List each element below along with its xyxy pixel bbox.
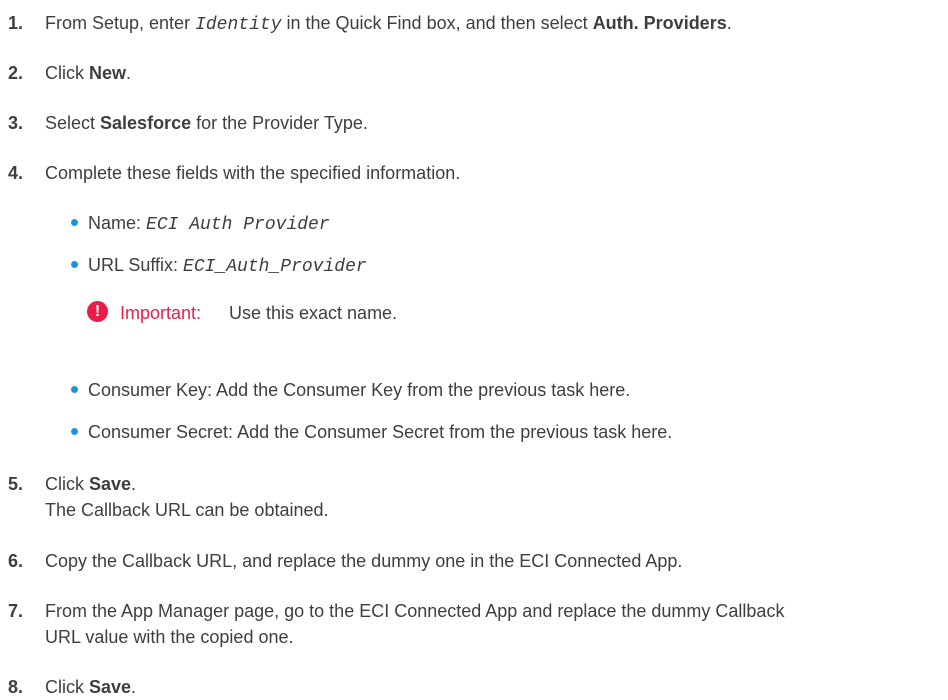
step-text-line-2: URL value with the copied one.	[45, 627, 294, 647]
ui-term-new: New	[89, 63, 127, 83]
step-text: Select Salesforce for the Provider Type.	[45, 110, 368, 136]
step-text-middle: in the Quick Find box, and then select	[281, 13, 593, 33]
ui-term-salesforce: Salesforce	[100, 113, 192, 133]
bullet-icon	[71, 261, 78, 268]
field-text: Consumer Secret: Add the Consumer Secret…	[88, 422, 673, 442]
bullet-icon	[71, 219, 78, 226]
bullet-icon	[71, 428, 78, 435]
ui-term-auth-providers: Auth. Providers	[592, 13, 727, 33]
field-text: Consumer Key: Add the Consumer Key from …	[88, 380, 631, 400]
ui-term-save: Save	[89, 677, 132, 697]
important-label: Important:	[120, 303, 202, 323]
step-text-prefix: Select	[45, 113, 101, 133]
step-text: From Setup, enter Identity in the Quick …	[45, 10, 732, 38]
step-number: 4.	[8, 163, 24, 183]
step-number: 5.	[8, 474, 24, 494]
step-text: Click Save.	[45, 674, 136, 700]
field-item-consumer-key: Consumer Key: Add the Consumer Key from …	[71, 377, 631, 403]
step-note: The Callback URL can be obtained.	[45, 500, 329, 520]
step-text-prefix: Click	[45, 63, 89, 83]
code-identity: Identity	[195, 15, 282, 35]
step-text-prefix: Click	[45, 474, 89, 494]
exclamation-icon: !	[87, 301, 108, 322]
step-number: 7.	[8, 601, 24, 621]
step-text: Click Save.	[45, 471, 136, 497]
field-value: ECI_Auth_Provider	[183, 257, 367, 277]
bullet-icon	[71, 386, 78, 393]
field-value: ECI Auth Provider	[146, 215, 330, 235]
step-text: Click New.	[45, 60, 131, 86]
step-number: 3.	[8, 113, 24, 133]
step-text-line-1: From the App Manager page, go to the ECI…	[45, 601, 785, 621]
important-text: Use this exact name.	[229, 303, 398, 323]
step-text: Copy the Callback URL, and replace the d…	[45, 551, 683, 571]
step-text-suffix: .	[126, 63, 132, 83]
step-number: 1.	[8, 13, 24, 33]
step-number: 6.	[8, 551, 24, 571]
field-item-name: Name: ECI Auth Provider	[71, 210, 330, 238]
field-item-url-suffix: URL Suffix: ECI_Auth_Provider	[71, 252, 367, 280]
step-text-prefix: Click	[45, 677, 89, 697]
field-label: URL Suffix:	[88, 255, 184, 275]
step-text-suffix: for the Provider Type.	[191, 113, 368, 133]
field-label: Name:	[88, 213, 147, 233]
step-number: 8.	[8, 677, 24, 697]
step-text-suffix: .	[131, 474, 137, 494]
field-item-consumer-secret: Consumer Secret: Add the Consumer Secret…	[71, 419, 673, 445]
step-text: Complete these fields with the specified…	[45, 163, 461, 183]
step-number: 2.	[8, 63, 24, 83]
step-text-suffix: .	[726, 13, 732, 33]
step-text-suffix: .	[131, 677, 137, 697]
step-text-prefix: From Setup, enter	[45, 13, 196, 33]
ui-term-save: Save	[89, 474, 132, 494]
